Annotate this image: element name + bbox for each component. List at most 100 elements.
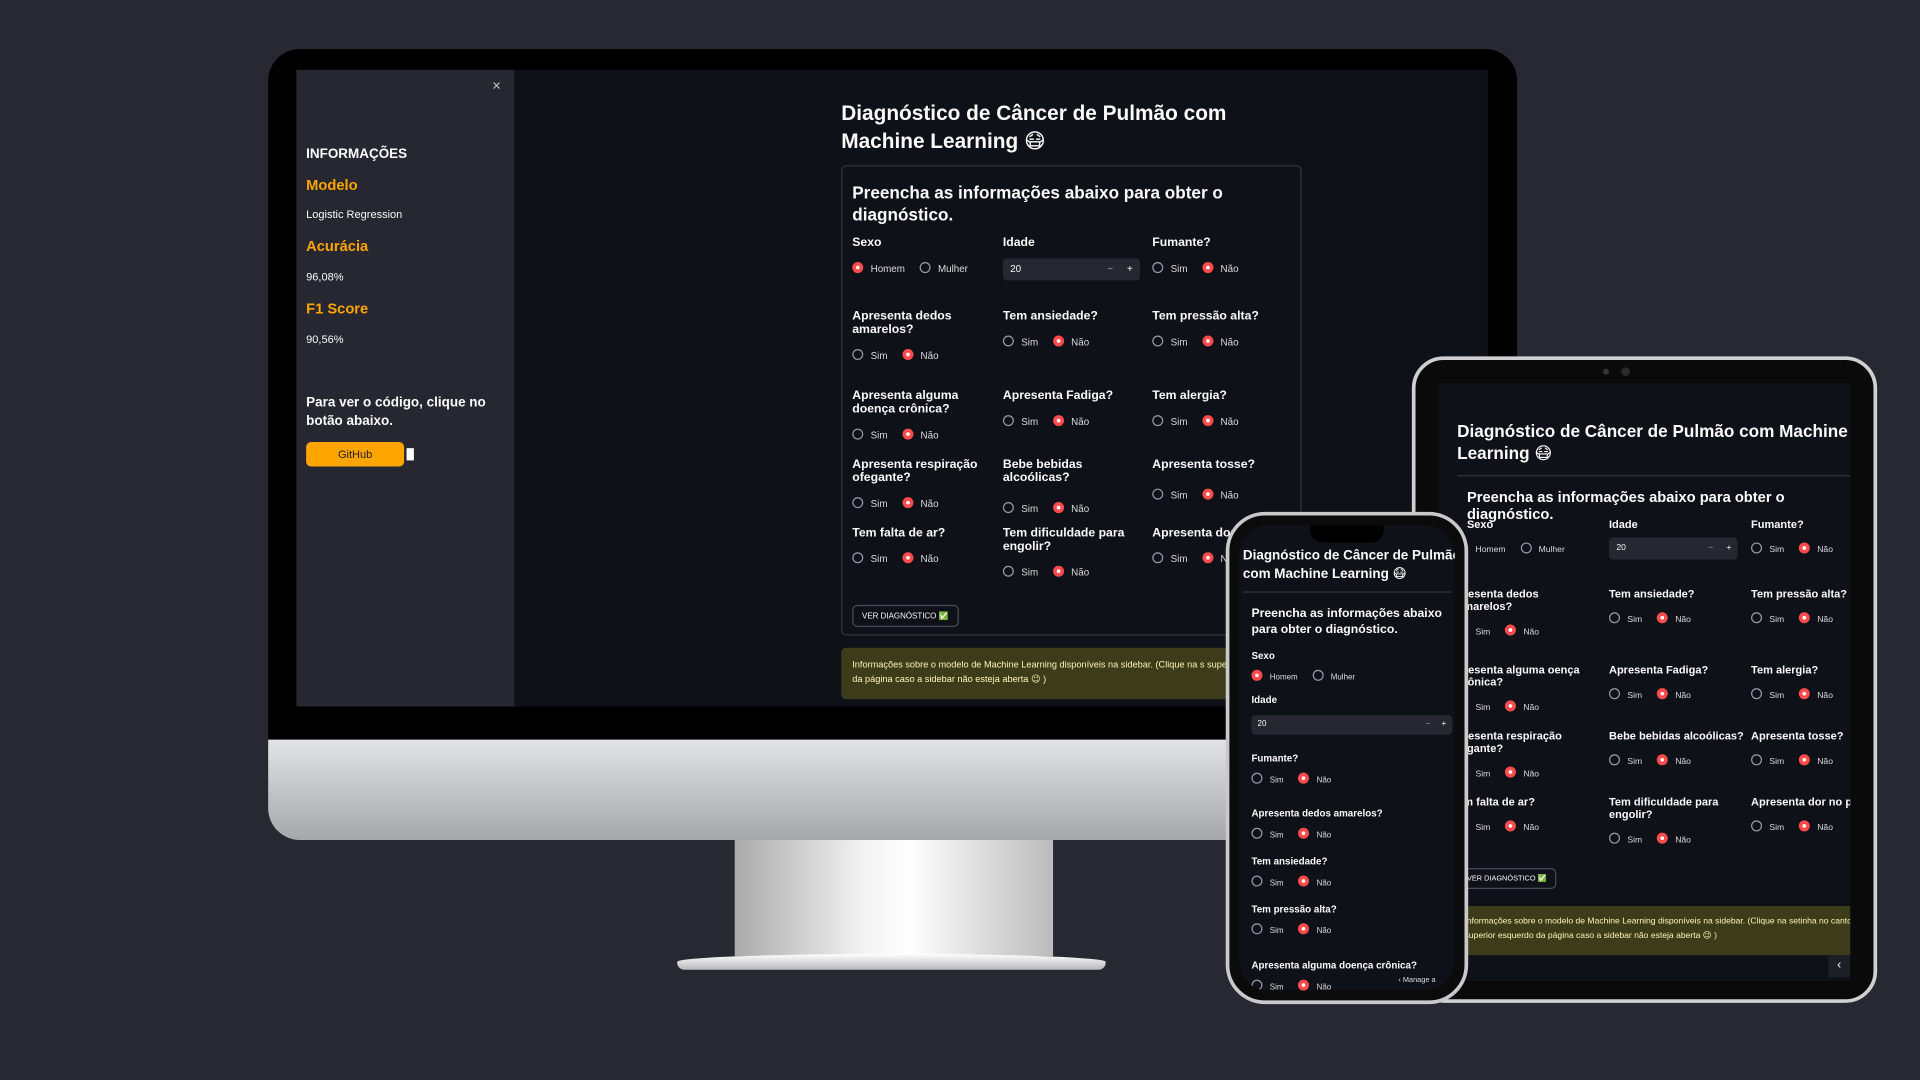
minus-button[interactable]: − bbox=[1708, 538, 1713, 560]
radio-male[interactable] bbox=[852, 262, 864, 274]
submit-button[interactable]: VER DIAGNÓSTICO ✅ bbox=[1457, 868, 1557, 889]
radio-yes[interactable] bbox=[852, 348, 864, 361]
radio-no[interactable] bbox=[1298, 979, 1310, 991]
field-wheezing: presenta respiração fegante? Sim Não bbox=[1457, 729, 1562, 779]
radio-no[interactable] bbox=[1798, 820, 1810, 832]
radio-yes[interactable] bbox=[1608, 612, 1621, 624]
radio-yes[interactable] bbox=[852, 428, 864, 440]
age-input[interactable]: 20 − + bbox=[1251, 715, 1453, 735]
age-input[interactable]: 20 − + bbox=[1002, 258, 1141, 281]
radio-no[interactable] bbox=[902, 428, 914, 440]
radio-female[interactable] bbox=[919, 262, 931, 274]
accuracy-label: Acurácia bbox=[306, 237, 369, 255]
radio-no[interactable] bbox=[1798, 542, 1810, 554]
radio-no[interactable] bbox=[1202, 552, 1214, 564]
radio-yes[interactable] bbox=[1251, 875, 1263, 887]
radio-no[interactable] bbox=[902, 348, 914, 361]
field-age: Idade 20 − + bbox=[1251, 694, 1453, 735]
radio-yes[interactable] bbox=[1751, 612, 1763, 624]
f1-label: F1 Score bbox=[306, 300, 369, 318]
radio-no[interactable] bbox=[1052, 502, 1064, 514]
tablet-screen: Diagnóstico de Câncer de Pulmão com Mach… bbox=[1438, 383, 1851, 981]
f1-value: 90,56% bbox=[306, 333, 344, 346]
radio-yes[interactable] bbox=[1152, 335, 1164, 347]
tablet-camera bbox=[1621, 367, 1630, 376]
radio-no[interactable] bbox=[1202, 335, 1214, 347]
radio-no[interactable] bbox=[1202, 488, 1214, 500]
radio-no[interactable] bbox=[902, 552, 914, 564]
radio-no[interactable] bbox=[1052, 565, 1064, 577]
radio-no[interactable] bbox=[1656, 754, 1668, 766]
field-high-bp: Tem pressão alta? Sim Não bbox=[1251, 903, 1337, 936]
radio-no[interactable] bbox=[1504, 766, 1517, 778]
radio-no[interactable] bbox=[1656, 688, 1668, 700]
radio-no[interactable] bbox=[1798, 754, 1810, 766]
radio-yes[interactable] bbox=[1251, 979, 1263, 991]
radio-yes[interactable] bbox=[1152, 415, 1164, 427]
radio-yes[interactable] bbox=[852, 552, 864, 564]
radio-no[interactable] bbox=[902, 497, 914, 509]
radio-male[interactable] bbox=[1251, 669, 1263, 681]
radio-yes[interactable] bbox=[1751, 688, 1763, 700]
field-sex: Sexo Homem Mulher bbox=[852, 236, 968, 275]
sidebar: × INFORMAÇÕES Modelo Logistic Regression… bbox=[296, 69, 515, 707]
radio-no[interactable] bbox=[1656, 612, 1668, 624]
radio-no[interactable] bbox=[1504, 700, 1517, 712]
plus-button[interactable]: + bbox=[1726, 538, 1731, 560]
radio-yes[interactable] bbox=[1002, 335, 1014, 347]
chevron-left-icon[interactable]: ‹ bbox=[1828, 955, 1851, 978]
radio-yes[interactable] bbox=[1152, 488, 1164, 500]
radio-yes[interactable] bbox=[1608, 832, 1621, 844]
age-input[interactable]: 20 − + bbox=[1608, 537, 1738, 560]
radio-yes[interactable] bbox=[1152, 262, 1164, 274]
radio-yes[interactable] bbox=[1002, 415, 1014, 427]
minus-button[interactable]: − bbox=[1107, 258, 1113, 280]
radio-yes[interactable] bbox=[1751, 820, 1763, 832]
radio-no[interactable] bbox=[1202, 262, 1214, 274]
radio-yes[interactable] bbox=[1002, 502, 1014, 514]
plus-button[interactable]: + bbox=[1441, 715, 1446, 735]
minus-button[interactable]: − bbox=[1426, 715, 1431, 735]
field-high-bp: Tem pressão alta? Sim Não bbox=[1751, 587, 1848, 625]
field-chest-pain: Apresenta dor no pe Sim Não bbox=[1751, 795, 1851, 833]
radio-female[interactable] bbox=[1312, 669, 1324, 681]
manage-app-button[interactable]: ‹ Manage a bbox=[1398, 977, 1435, 984]
field-cough: Apresenta tosse? Sim Não bbox=[1152, 457, 1256, 501]
radio-female[interactable] bbox=[1520, 542, 1532, 554]
field-age: Idade 20 − + bbox=[1608, 518, 1738, 560]
field-anxiety: Tem ansiedade? Sim Não bbox=[1608, 587, 1695, 625]
radio-yes[interactable] bbox=[1608, 688, 1621, 700]
radio-yes[interactable] bbox=[1751, 542, 1763, 554]
radio-no[interactable] bbox=[1052, 335, 1064, 347]
field-yellow-fingers: presenta dedos amarelos? Sim Não bbox=[1457, 587, 1540, 637]
radio-yes[interactable] bbox=[1002, 565, 1014, 577]
radio-yes[interactable] bbox=[1251, 827, 1263, 839]
submit-button[interactable]: VER DIAGNÓSTICO ✅ bbox=[852, 604, 959, 627]
radio-no[interactable] bbox=[1656, 832, 1668, 844]
radio-yes[interactable] bbox=[1152, 552, 1164, 564]
plus-button[interactable]: + bbox=[1127, 258, 1133, 280]
field-alcohol: Bebe bebidas alcoólicas? Sim Não bbox=[1002, 457, 1090, 515]
field-high-bp: Tem pressão alta? Sim Não bbox=[1152, 309, 1259, 348]
radio-no[interactable] bbox=[1298, 875, 1310, 887]
radio-yes[interactable] bbox=[852, 497, 864, 509]
radio-no[interactable] bbox=[1298, 923, 1310, 935]
radio-no[interactable] bbox=[1798, 688, 1810, 700]
radio-yes[interactable] bbox=[1251, 923, 1263, 935]
radio-no[interactable] bbox=[1798, 612, 1810, 624]
radio-no[interactable] bbox=[1504, 820, 1517, 832]
field-age: Idade 20 − + bbox=[1002, 236, 1141, 281]
radio-no[interactable] bbox=[1504, 624, 1517, 636]
radio-yes[interactable] bbox=[1251, 772, 1263, 784]
field-chronic: presenta alguma oença crônica? Sim Não bbox=[1457, 663, 1580, 713]
radio-no[interactable] bbox=[1202, 415, 1214, 427]
phone-frame: Diagnóstico de Câncer de Pulmão com Mach… bbox=[1225, 511, 1469, 1005]
radio-yes[interactable] bbox=[1608, 754, 1621, 766]
field-swallow: Tem dificuldade para engolir? Sim Não bbox=[1002, 526, 1125, 578]
radio-yes[interactable] bbox=[1751, 754, 1763, 766]
radio-no[interactable] bbox=[1298, 772, 1310, 784]
radio-no[interactable] bbox=[1052, 415, 1064, 427]
radio-no[interactable] bbox=[1298, 827, 1310, 839]
close-icon[interactable]: × bbox=[492, 77, 501, 94]
github-button[interactable]: GitHub bbox=[306, 442, 405, 467]
